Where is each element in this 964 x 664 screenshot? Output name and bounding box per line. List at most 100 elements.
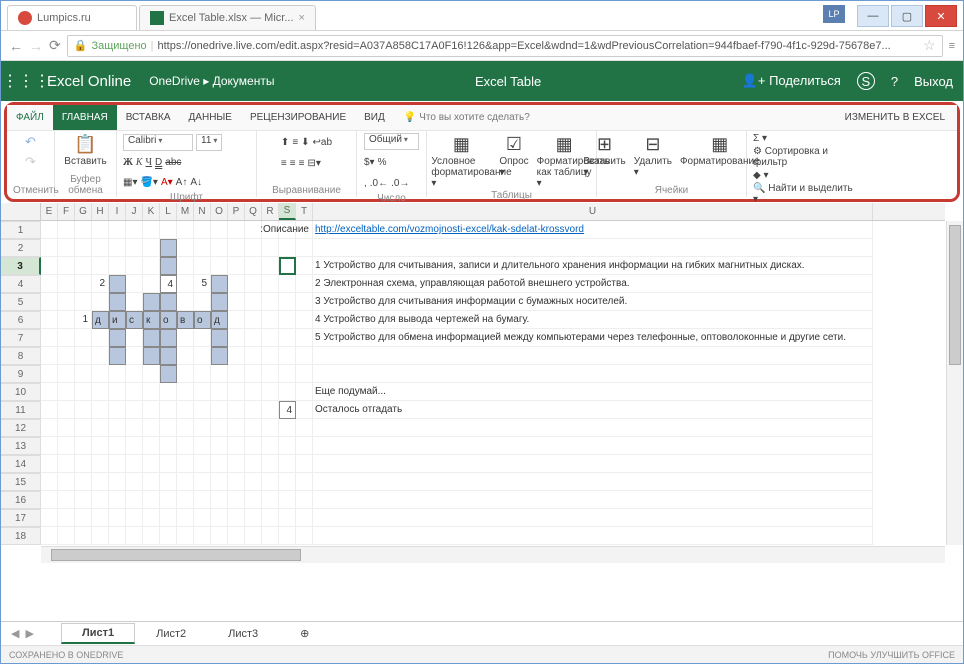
cell-J12[interactable] — [126, 419, 143, 437]
cell-O12[interactable] — [211, 419, 228, 437]
row-header-6[interactable]: 6 — [1, 311, 41, 329]
cell-I4[interactable] — [109, 275, 126, 293]
cell-T4[interactable] — [296, 275, 313, 293]
cell-E3[interactable] — [41, 257, 58, 275]
col-header-Q[interactable]: Q — [245, 203, 262, 220]
cell-J5[interactable] — [126, 293, 143, 311]
cell-R7[interactable] — [262, 329, 279, 347]
cell-O18[interactable] — [211, 527, 228, 545]
cell-R10[interactable] — [262, 383, 279, 401]
cell-Q9[interactable] — [245, 365, 262, 383]
dunderline-button[interactable]: D — [155, 157, 162, 168]
select-all-corner[interactable] — [1, 203, 41, 221]
cell-R5[interactable] — [262, 293, 279, 311]
cell-L8[interactable] — [160, 347, 177, 365]
cell-G16[interactable] — [75, 491, 92, 509]
cell-S12[interactable] — [279, 419, 296, 437]
cell-H10[interactable] — [92, 383, 109, 401]
cell-H3[interactable] — [92, 257, 109, 275]
cell-H6[interactable]: д — [92, 311, 109, 329]
cell-G12[interactable] — [75, 419, 92, 437]
cell-U16[interactable] — [313, 491, 873, 509]
cell-E13[interactable] — [41, 437, 58, 455]
cell-N9[interactable] — [194, 365, 211, 383]
cell-S18[interactable] — [279, 527, 296, 545]
cell-F8[interactable] — [58, 347, 75, 365]
cell-K11[interactable] — [143, 401, 160, 419]
cell-O13[interactable] — [211, 437, 228, 455]
cell-I9[interactable] — [109, 365, 126, 383]
tab-file[interactable]: ФАЙЛ — [7, 105, 53, 130]
cell-L11[interactable] — [160, 401, 177, 419]
cell-M17[interactable] — [177, 509, 194, 527]
cell-M8[interactable] — [177, 347, 194, 365]
autosum-button[interactable]: Σ ▾ — [753, 133, 853, 144]
doc-title[interactable]: Excel Table — [274, 74, 741, 89]
cell-G13[interactable] — [75, 437, 92, 455]
cell-H11[interactable] — [92, 401, 109, 419]
cell-G3[interactable] — [75, 257, 92, 275]
cell-S7[interactable] — [279, 329, 296, 347]
cell-J10[interactable] — [126, 383, 143, 401]
cell-M16[interactable] — [177, 491, 194, 509]
cell-P15[interactable] — [228, 473, 245, 491]
cell-H8[interactable] — [92, 347, 109, 365]
cell-T5[interactable] — [296, 293, 313, 311]
col-header-J[interactable]: J — [126, 203, 143, 220]
cell-L9[interactable] — [160, 365, 177, 383]
row-header-17[interactable]: 17 — [1, 509, 41, 527]
row-header-12[interactable]: 12 — [1, 419, 41, 437]
cell-M11[interactable] — [177, 401, 194, 419]
cell-L7[interactable] — [160, 329, 177, 347]
cell-G1[interactable] — [75, 221, 92, 239]
cell-P9[interactable] — [228, 365, 245, 383]
cell-L13[interactable] — [160, 437, 177, 455]
cell-P10[interactable] — [228, 383, 245, 401]
cell-K3[interactable] — [143, 257, 160, 275]
cell-R4[interactable] — [262, 275, 279, 293]
cell-M15[interactable] — [177, 473, 194, 491]
cell-G6[interactable]: 1 — [75, 311, 92, 329]
cell-H1[interactable] — [92, 221, 109, 239]
cell-N14[interactable] — [194, 455, 211, 473]
cell-I5[interactable] — [109, 293, 126, 311]
redo-icon[interactable]: ↷ — [22, 153, 40, 171]
cell-Q2[interactable] — [245, 239, 262, 257]
cell-L14[interactable] — [160, 455, 177, 473]
tab-review[interactable]: РЕЦЕНЗИРОВАНИЕ — [241, 105, 355, 130]
cell-R8[interactable] — [262, 347, 279, 365]
cell-U7[interactable]: 5 Устройство для обмена информацией межд… — [313, 329, 873, 347]
col-header-R[interactable]: R — [262, 203, 279, 220]
cell-T6[interactable] — [296, 311, 313, 329]
bold-button[interactable]: Ж — [123, 157, 133, 168]
cell-E5[interactable] — [41, 293, 58, 311]
cell-P4[interactable] — [228, 275, 245, 293]
cell-R9[interactable] — [262, 365, 279, 383]
cell-T14[interactable] — [296, 455, 313, 473]
cell-P11[interactable] — [228, 401, 245, 419]
col-header-P[interactable]: P — [228, 203, 245, 220]
cell-O14[interactable] — [211, 455, 228, 473]
spreadsheet-grid[interactable]: EFGHIJKLMNOPQRSTU 1234567891011121314151… — [1, 203, 963, 563]
breadcrumb[interactable]: OneDrive ▸ Документы — [149, 74, 274, 88]
sheet-next-icon[interactable]: ▶ — [25, 627, 33, 640]
cell-R18[interactable] — [262, 527, 279, 545]
cell-O2[interactable] — [211, 239, 228, 257]
cell-F17[interactable] — [58, 509, 75, 527]
cell-S16[interactable] — [279, 491, 296, 509]
align-mid-icon[interactable]: ≡ — [292, 137, 298, 148]
cell-J13[interactable] — [126, 437, 143, 455]
cell-I15[interactable] — [109, 473, 126, 491]
cell-U1[interactable]: http://exceltable.com/vozmojnosti-excel/… — [313, 221, 873, 239]
cell-F9[interactable] — [58, 365, 75, 383]
skype-icon[interactable]: S — [857, 72, 875, 90]
cell-J9[interactable] — [126, 365, 143, 383]
cell-E17[interactable] — [41, 509, 58, 527]
cell-K4[interactable] — [143, 275, 160, 293]
cell-T13[interactable] — [296, 437, 313, 455]
cell-N15[interactable] — [194, 473, 211, 491]
cell-T10[interactable] — [296, 383, 313, 401]
sheet-prev-icon[interactable]: ◀ — [11, 627, 19, 640]
add-sheet-button[interactable]: ⊕ — [279, 623, 330, 644]
cell-U2[interactable] — [313, 239, 873, 257]
